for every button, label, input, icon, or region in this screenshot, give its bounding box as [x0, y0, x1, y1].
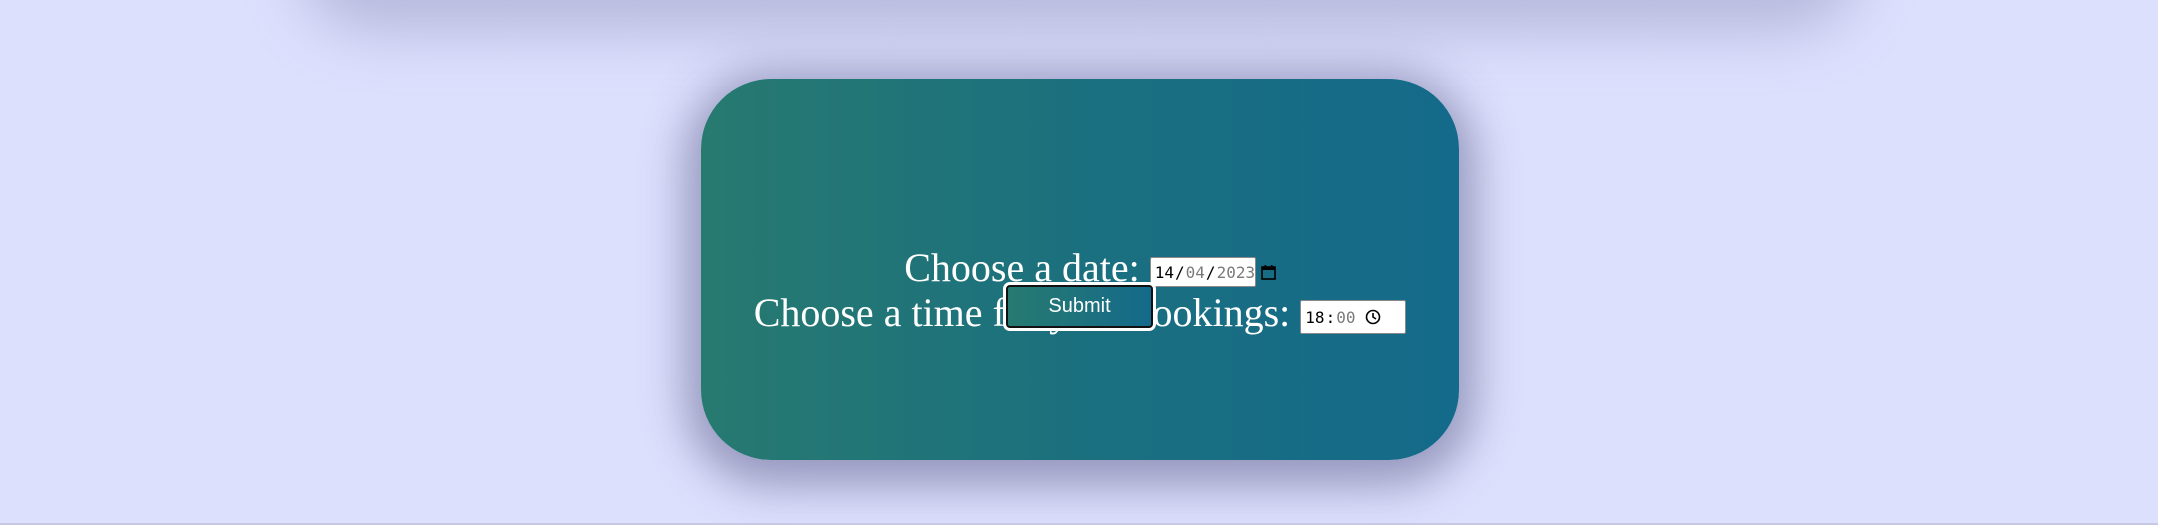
booking-card: Choose a date: 14 / 04 / 2023 Choose a t… — [701, 79, 1459, 460]
time-separator: : — [1325, 307, 1336, 327]
calendar-icon[interactable] — [1261, 264, 1276, 280]
date-input[interactable]: 14 / 04 / 2023 — [1149, 257, 1276, 287]
page: Choose a date: 14 / 04 / 2023 Choose a t… — [0, 0, 2158, 525]
date-separator: / — [1205, 262, 1216, 282]
date-month[interactable]: 04 — [1186, 263, 1205, 282]
clock-icon[interactable] — [1365, 309, 1381, 325]
submit-button-label: Submit — [1006, 285, 1153, 328]
submit-button[interactable]: Submit — [1003, 282, 1156, 331]
time-hours[interactable]: 18 — [1305, 308, 1324, 327]
date-separator: / — [1175, 262, 1185, 282]
date-day[interactable]: 14 — [1155, 263, 1174, 282]
date-year[interactable]: 2023 — [1217, 263, 1256, 282]
time-input[interactable]: 18 : 00 — [1300, 300, 1407, 334]
time-minutes[interactable]: 00 — [1336, 308, 1355, 327]
